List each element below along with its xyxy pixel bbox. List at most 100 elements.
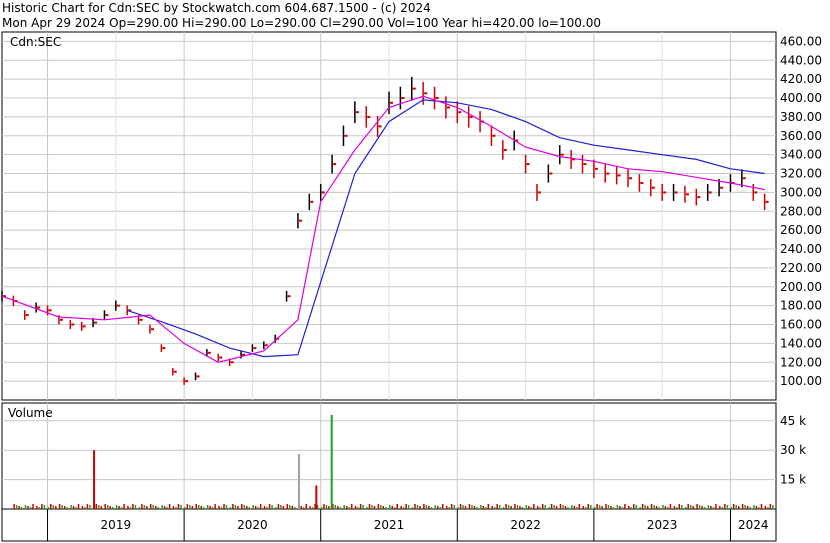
volume-bar <box>464 506 467 509</box>
volume-bar <box>536 506 539 509</box>
price-close-dot <box>253 347 257 350</box>
price-close-dot <box>173 370 177 373</box>
price-tick-label: 200.00 <box>780 280 822 294</box>
price-close-dot <box>59 318 63 321</box>
volume-bar <box>161 505 163 509</box>
volume-bar <box>687 504 689 509</box>
price-close-dot <box>185 380 189 383</box>
price-tick-label: 100.00 <box>780 374 822 388</box>
volume-bar <box>737 506 740 509</box>
volume-bar <box>764 506 767 509</box>
volume-bar <box>510 506 512 509</box>
volume-bar <box>402 507 405 509</box>
volume-bar <box>38 507 41 509</box>
volume-tick-label: 30 k <box>780 443 806 457</box>
volume-panel-label: Volume <box>8 406 53 420</box>
price-close-dot <box>139 318 143 321</box>
volume-bar <box>394 507 396 509</box>
volume-bar <box>237 506 239 509</box>
volume-bar <box>115 505 118 509</box>
volume-bar <box>63 506 66 509</box>
volume-bar <box>89 505 91 509</box>
volume-bar <box>445 506 448 509</box>
volume-bar <box>525 505 528 509</box>
volume-bar <box>692 506 694 509</box>
volume-bar <box>172 506 175 509</box>
volume-bar <box>152 505 154 509</box>
volume-bar <box>400 506 402 509</box>
volume-bar <box>391 506 393 509</box>
volume-bar <box>439 507 442 509</box>
volume-bar <box>571 505 573 509</box>
volume-bar <box>214 504 216 509</box>
volume-bar <box>646 506 649 509</box>
volume-bar <box>218 506 220 509</box>
volume-bar <box>373 506 376 509</box>
volume-bar <box>562 505 564 509</box>
volume-bar <box>746 506 749 509</box>
volume-bar <box>259 504 262 509</box>
volume-bar <box>134 505 137 509</box>
volume-bar <box>138 507 141 509</box>
volume-bar <box>462 505 464 509</box>
volume-bar <box>120 507 123 509</box>
volume-bar <box>667 507 669 509</box>
volume-bar <box>590 505 592 509</box>
price-close-dot <box>401 97 405 100</box>
volume-bar <box>277 504 280 509</box>
price-close-dot <box>333 163 337 166</box>
volume-bar <box>741 504 744 509</box>
volume-bar <box>146 506 148 509</box>
price-close-dot <box>310 200 314 203</box>
volume-bar <box>368 504 371 509</box>
volume-bar <box>149 504 152 509</box>
volume-bar <box>15 505 18 509</box>
volume-bar <box>229 507 232 509</box>
volume-bar <box>564 506 567 509</box>
price-close-dot <box>492 134 496 137</box>
volume-bar <box>175 507 177 509</box>
volume-bar <box>200 506 202 509</box>
volume-bar <box>658 507 660 509</box>
volume-bar <box>567 507 569 509</box>
volume-bar <box>772 505 774 509</box>
volume-bar <box>498 505 501 509</box>
volume-bar <box>396 504 398 509</box>
volume-bar <box>673 506 676 509</box>
volume-bar <box>735 505 737 509</box>
price-close-dot <box>640 181 644 184</box>
price-tick-label: 440.00 <box>780 53 822 67</box>
volume-bar <box>630 507 633 509</box>
volume-bar <box>354 506 357 509</box>
stock-chart: 460.00 440.00 420.00 400.00 380.00 360.00 340.… <box>1 31 822 542</box>
price-close-dot <box>651 186 655 189</box>
volume-bar <box>482 506 485 509</box>
volume-bar <box>47 507 50 509</box>
volume-bar <box>157 507 159 509</box>
volume-bar <box>496 504 498 509</box>
price-tick-label: 380.00 <box>780 110 822 124</box>
price-close-dot <box>219 356 223 359</box>
volume-bar <box>86 504 89 509</box>
price-close-dot <box>105 314 109 317</box>
volume-bar <box>553 505 555 509</box>
volume-bar <box>168 504 171 509</box>
volume-bar <box>154 506 157 509</box>
volume-bar <box>607 505 610 509</box>
volume-bar <box>719 506 721 509</box>
price-close-dot <box>435 97 439 100</box>
volume-bar <box>664 506 667 509</box>
volume-bar <box>20 507 23 509</box>
volume-bar <box>769 504 772 509</box>
volume-bar <box>605 504 607 509</box>
volume-bar <box>411 507 414 509</box>
volume-bar <box>767 507 769 509</box>
volume-bar <box>621 507 624 509</box>
volume-bar <box>186 504 189 509</box>
volume-bar <box>559 504 562 509</box>
price-close-dot <box>685 193 689 196</box>
volume-bar <box>268 504 271 509</box>
volume-bar <box>578 504 581 509</box>
volume-bar <box>749 507 751 509</box>
volume-spike-bar <box>297 454 300 509</box>
